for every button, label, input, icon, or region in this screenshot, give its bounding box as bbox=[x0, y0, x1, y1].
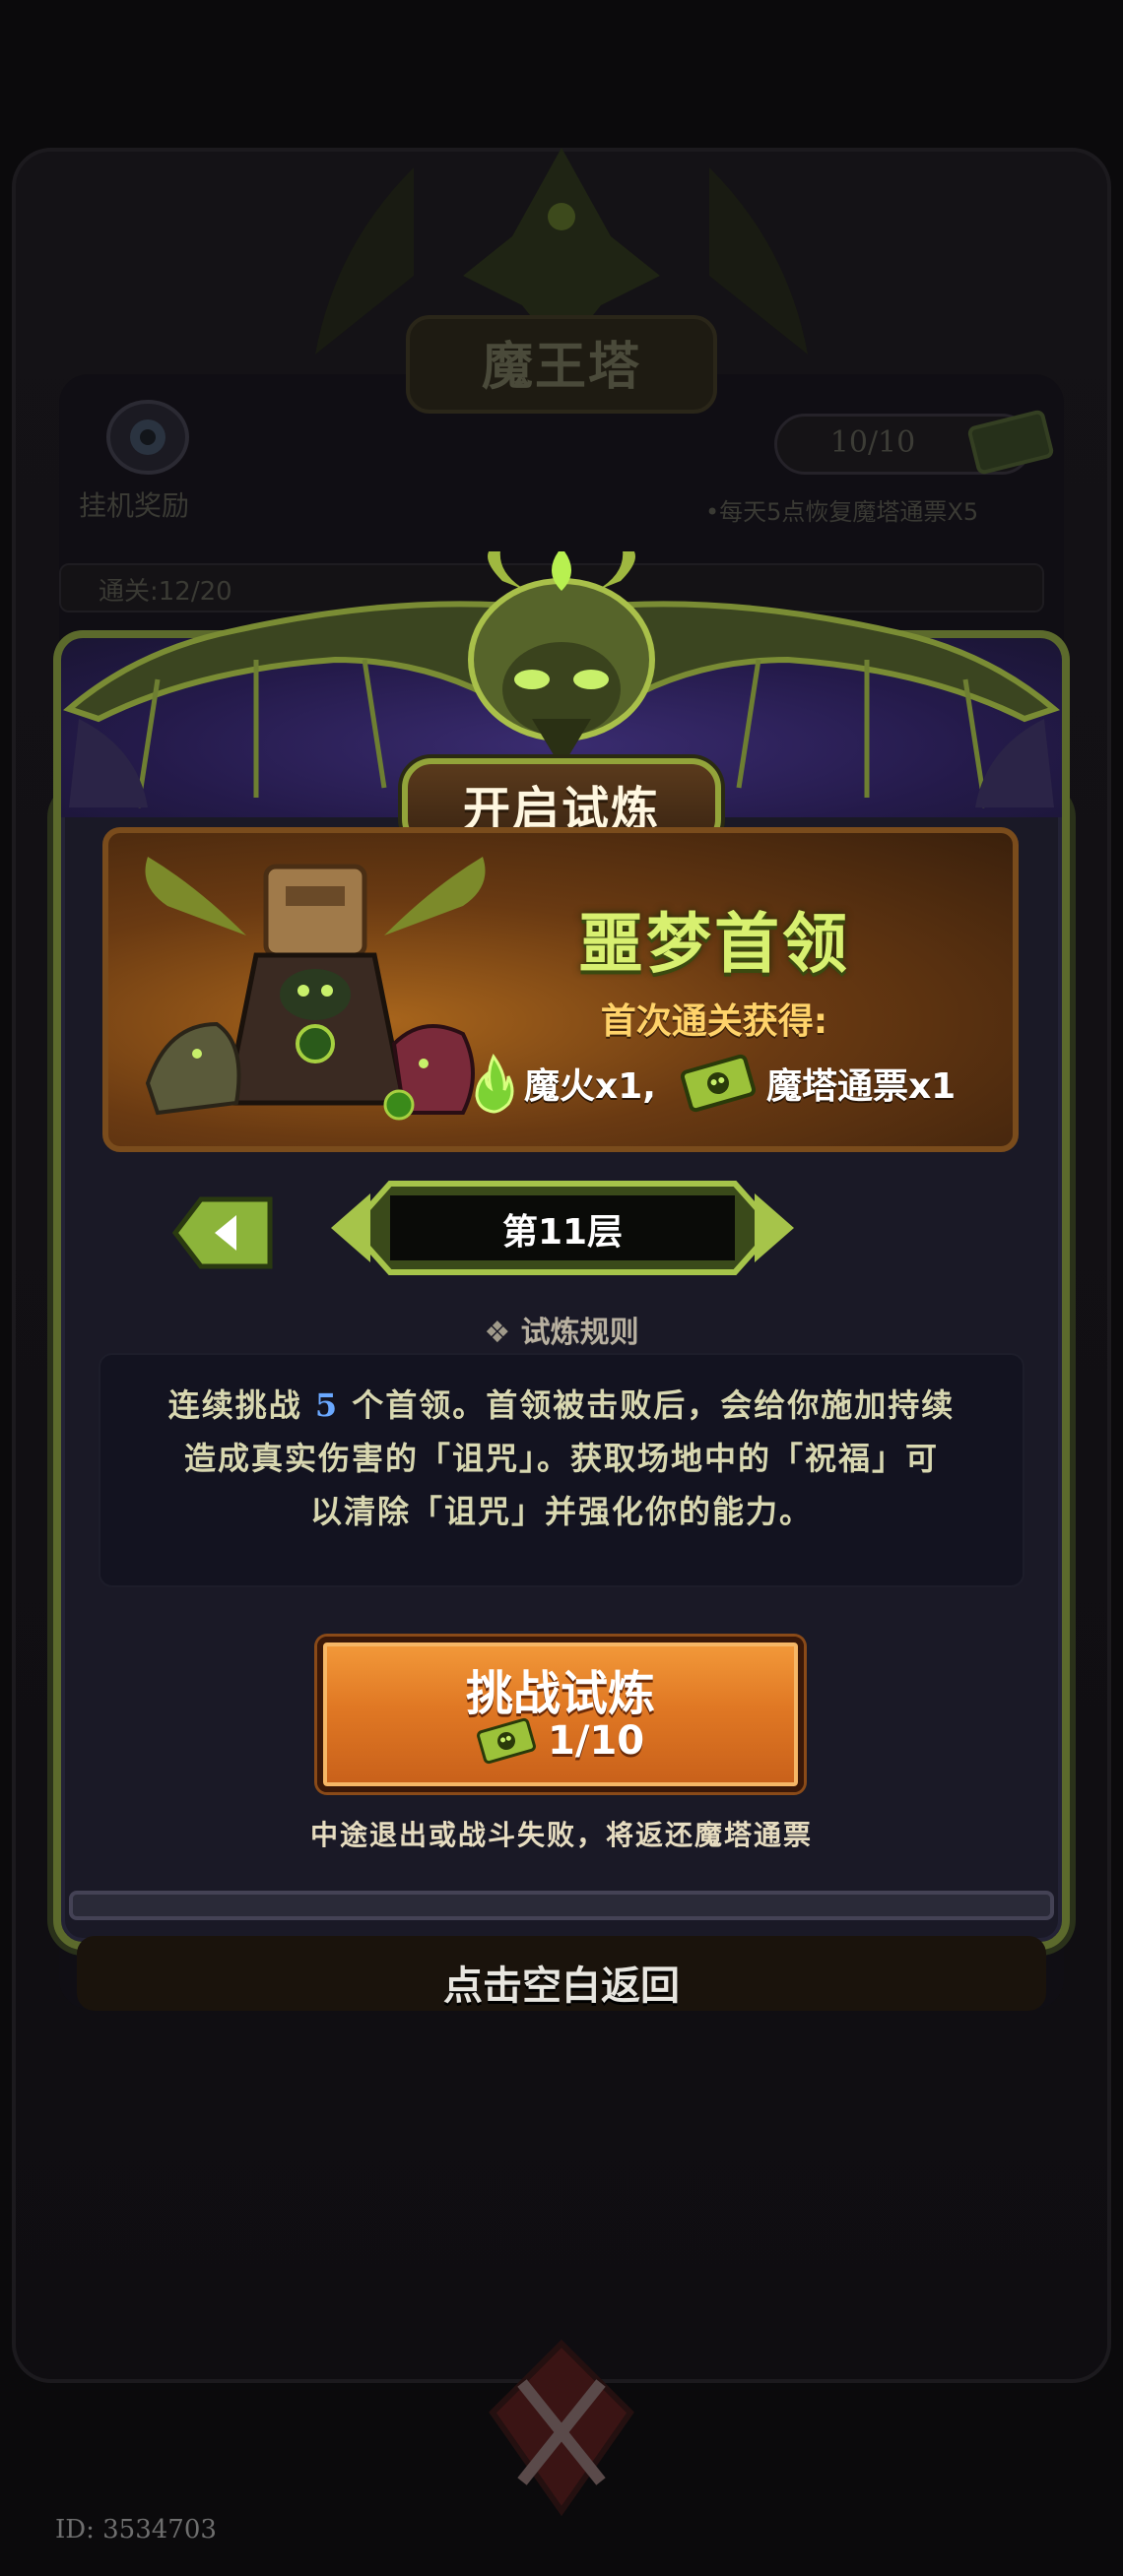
boss-portrait bbox=[145, 857, 486, 1121]
first-clear-rewards: 魔火x1, 魔塔通票x1 bbox=[473, 1052, 956, 1115]
tap-blank-to-return[interactable]: 点击空白返回 bbox=[266, 1954, 857, 2011]
floor-label: 第11层 bbox=[501, 1212, 624, 1253]
ticket-count: 10/10 bbox=[829, 425, 916, 460]
ticket-icon bbox=[477, 1717, 536, 1765]
idle-reward-icon[interactable] bbox=[102, 394, 193, 479]
idle-reward-label: 挂机奖励 bbox=[79, 489, 190, 522]
refund-note: 中途退出或战斗失败，将返还魔塔通票 bbox=[309, 1819, 813, 1851]
boss-name: 噩梦首领 bbox=[578, 906, 850, 982]
boss-count: 5 bbox=[314, 1386, 340, 1424]
diamond-bullet-icon: ❖ bbox=[484, 1316, 511, 1350]
ticket-recover-note: •每天5点恢复魔塔通票X5 bbox=[705, 498, 979, 526]
reward-magic-fire: 魔火x1, bbox=[524, 1066, 656, 1107]
rules-text: 连续挑战 5 个首领。首领被击败后，会给你施加持续 造成真实伤害的「诅咒」。获取… bbox=[167, 1386, 956, 1530]
background-ticket-icon bbox=[967, 410, 1054, 475]
modal-bottom-edge bbox=[69, 1891, 1054, 1920]
first-clear-label: 首次通关获得: bbox=[600, 1001, 828, 1042]
player-id: ID: 3534703 bbox=[55, 2515, 217, 2544]
background-battle-emblem bbox=[489, 2339, 634, 2517]
challenge-cost-value: 1/10 bbox=[548, 1718, 645, 1764]
background-title: 魔王塔 bbox=[481, 337, 641, 397]
reward-tower-ticket: 魔塔通票x1 bbox=[765, 1066, 957, 1107]
challenge-cost: 1/10 bbox=[477, 1713, 644, 1769]
ticket-icon bbox=[680, 1054, 757, 1113]
trial-rules-title: ❖ 试炼规则 bbox=[484, 1316, 639, 1350]
green-flame-icon bbox=[475, 1053, 514, 1114]
previous-floor-button[interactable] bbox=[171, 1193, 276, 1272]
